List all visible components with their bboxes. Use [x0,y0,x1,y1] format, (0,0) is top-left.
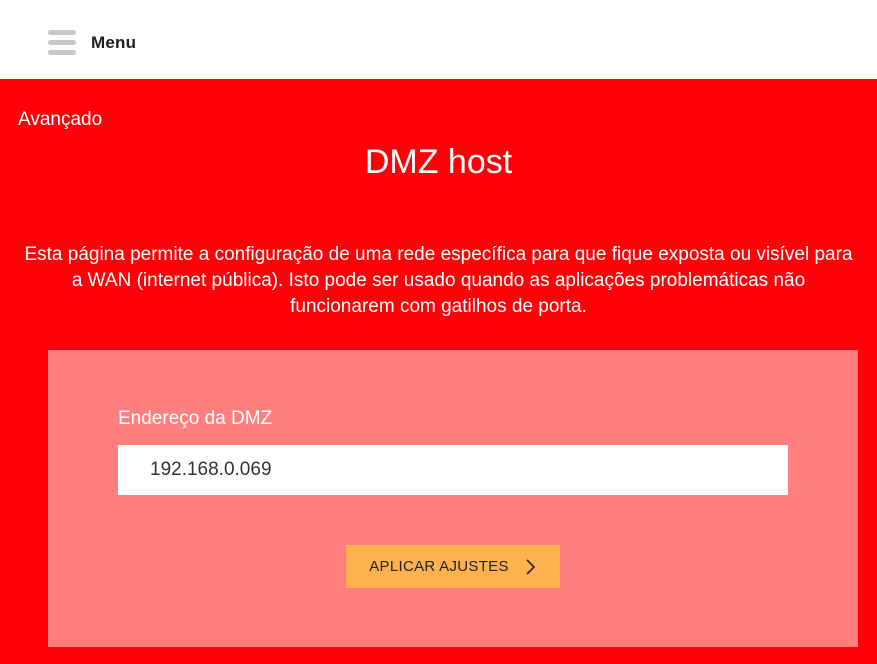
menu-label: Menu [91,33,137,52]
chevron-right-icon [523,558,537,575]
apply-settings-label: APLICAR AJUSTES [369,558,509,575]
dmz-address-label: Endereço da DMZ [118,408,273,429]
apply-settings-button[interactable]: APLICAR AJUSTES [346,545,560,588]
breadcrumb: Avançado [18,109,103,130]
main-content: Avançado DMZ host Esta página permite a … [0,79,877,664]
dmz-address-input[interactable] [118,445,788,495]
menu-button[interactable]: Menu [46,30,136,56]
top-bar: Menu [0,0,877,79]
page-title: DMZ host [364,143,513,181]
hamburger-icon [46,30,76,56]
dmz-form-panel: Endereço da DMZ APLICAR AJUSTES [48,350,858,647]
page-description: Esta página permite a configuração de um… [24,244,853,317]
